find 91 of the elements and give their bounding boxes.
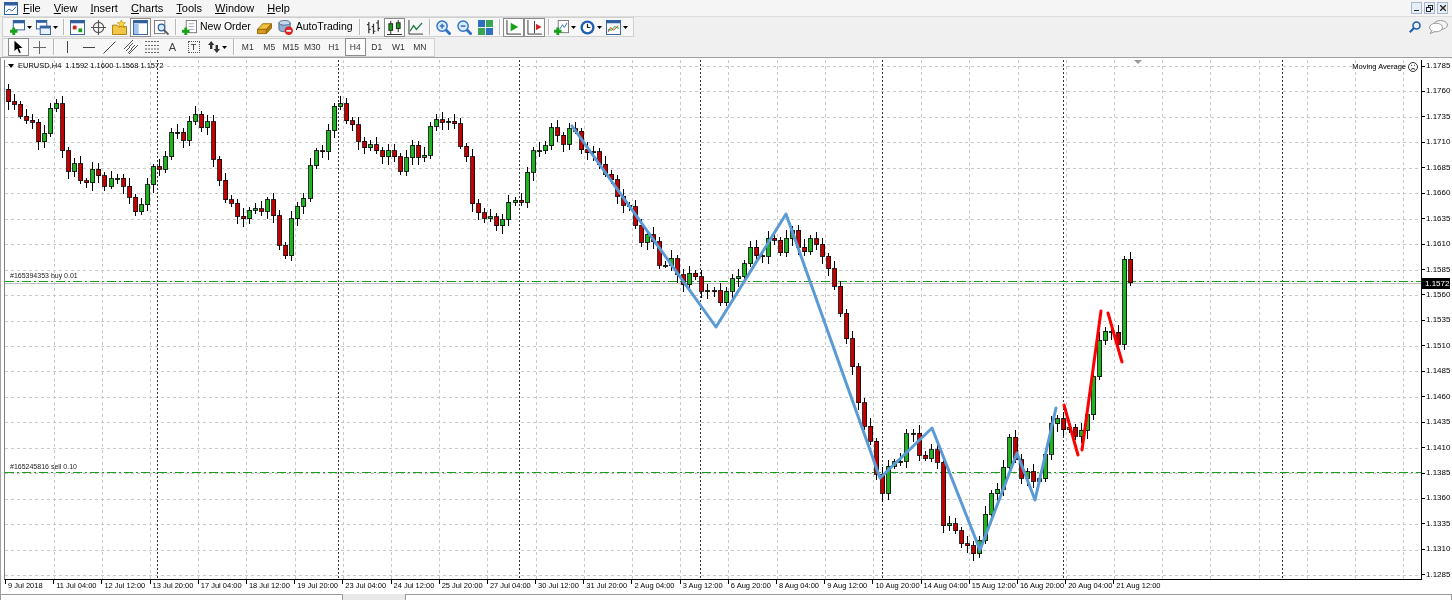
price-label: 1.1335 xyxy=(1426,518,1451,529)
chart-shift-button[interactable] xyxy=(523,17,545,37)
caret-icon xyxy=(53,25,58,29)
periods-button[interactable] xyxy=(577,17,604,37)
trend-line xyxy=(1106,311,1124,364)
panel-icon xyxy=(133,19,148,35)
shift-marker-icon[interactable] xyxy=(1134,60,1142,64)
close-icon xyxy=(1439,5,1446,11)
price-label: 1.1410 xyxy=(1426,442,1451,453)
menu-item[interactable]: Tools xyxy=(176,1,203,15)
market-watch-button[interactable] xyxy=(67,17,88,37)
timeframe-button[interactable]: H4 xyxy=(344,38,366,56)
zoom-in-icon xyxy=(435,19,451,35)
menu-item[interactable]: Charts xyxy=(130,1,164,15)
price-label: 1.1610 xyxy=(1426,239,1451,250)
sad-face-icon[interactable] xyxy=(1408,62,1418,72)
timeframe-button[interactable]: M5 xyxy=(258,38,280,56)
horizontal-line-icon xyxy=(82,46,95,48)
timeframe-button[interactable]: M30 xyxy=(301,38,323,56)
price-label: 1.1385 xyxy=(1426,468,1451,478)
caret-icon xyxy=(570,25,576,29)
current-price-label: 1.1572 xyxy=(1422,278,1451,289)
price-label: 1.1710 xyxy=(1426,137,1451,148)
axis-arrow-icon xyxy=(505,19,521,35)
autotrading-button[interactable]: AutoTrading xyxy=(274,17,356,37)
new-chart-button[interactable] xyxy=(8,17,34,37)
price-label: 1.1760 xyxy=(1426,86,1451,97)
cursor-icon xyxy=(14,40,23,54)
menu-item[interactable]: Insert xyxy=(90,1,118,15)
indicators-button[interactable] xyxy=(551,17,578,37)
axis-shift-icon xyxy=(526,19,542,35)
arrows-icon xyxy=(207,41,220,53)
price-label: 1.1585 xyxy=(1426,264,1451,275)
price-label: 1.1360 xyxy=(1426,493,1451,504)
ohlc-bars-icon xyxy=(365,19,381,35)
trend-line-icon xyxy=(103,40,116,54)
strategy-tester-button[interactable] xyxy=(151,17,172,37)
timeframe-button[interactable]: W1 xyxy=(387,38,409,56)
data-window-button[interactable] xyxy=(88,17,109,37)
menu-item[interactable]: View xyxy=(53,1,78,15)
star-folder-icon xyxy=(112,19,127,35)
caret-icon xyxy=(27,25,32,29)
timeframe-button[interactable]: MN xyxy=(409,38,431,56)
channel-icon xyxy=(123,40,138,54)
price-label: 1.1285 xyxy=(1426,569,1451,580)
text-tool-button[interactable]: A xyxy=(162,38,183,56)
price-label: 1.1435 xyxy=(1426,417,1451,428)
minimize-icon xyxy=(1414,10,1419,11)
candlestick-icon xyxy=(386,19,402,35)
line-chart-icon xyxy=(407,19,423,35)
zoom-out-icon xyxy=(456,19,472,35)
candlestick-chart-button[interactable] xyxy=(383,17,405,37)
timeframe-button[interactable]: M15 xyxy=(280,38,302,56)
profiles-button[interactable] xyxy=(34,17,60,37)
price-label: 1.1485 xyxy=(1426,366,1451,377)
chart-window-icon[interactable] xyxy=(4,1,18,15)
text-label-button[interactable]: T xyxy=(183,38,204,56)
minimize-button[interactable] xyxy=(1411,2,1422,14)
price-label: 1.1735 xyxy=(1426,111,1451,122)
terminal-button[interactable] xyxy=(130,17,151,37)
timeframe-button[interactable]: H1 xyxy=(323,38,345,56)
fibonacci-icon xyxy=(144,41,159,53)
price-label: 1.1660 xyxy=(1426,188,1451,199)
caret-icon xyxy=(596,25,602,29)
triangle-down-icon[interactable] xyxy=(8,64,14,68)
menu-item[interactable]: Window xyxy=(215,1,255,15)
restore-icon xyxy=(1426,4,1433,12)
restore-button[interactable] xyxy=(1424,2,1435,14)
search-icon[interactable] xyxy=(1409,21,1421,33)
timeframe-button[interactable]: D1 xyxy=(366,38,388,56)
new-order-button[interactable]: New Order xyxy=(179,17,254,37)
price-label: 1.1460 xyxy=(1426,391,1451,402)
cursor-button[interactable] xyxy=(8,38,29,56)
target-icon xyxy=(91,19,106,35)
menu-item[interactable]: File xyxy=(23,1,41,15)
menu-item[interactable]: Help xyxy=(267,1,290,15)
price-label: 1.1560 xyxy=(1426,289,1451,300)
crosshair-icon xyxy=(33,40,46,54)
templates-button[interactable] xyxy=(603,17,630,37)
price-label: 1.1785 xyxy=(1426,61,1451,71)
price-label: 1.1510 xyxy=(1426,340,1451,351)
price-label: 1.1685 xyxy=(1426,162,1451,173)
timeframe-button[interactable]: M1 xyxy=(237,38,259,56)
caret-icon xyxy=(221,45,227,49)
tiles-icon xyxy=(477,19,493,35)
price-label: 1.1310 xyxy=(1426,544,1451,555)
close-button[interactable] xyxy=(1437,2,1448,14)
price-label: 1.1535 xyxy=(1426,315,1451,326)
vertical-line-icon xyxy=(67,41,68,53)
caret-icon xyxy=(622,25,628,29)
price-label: 1.1635 xyxy=(1426,213,1451,224)
